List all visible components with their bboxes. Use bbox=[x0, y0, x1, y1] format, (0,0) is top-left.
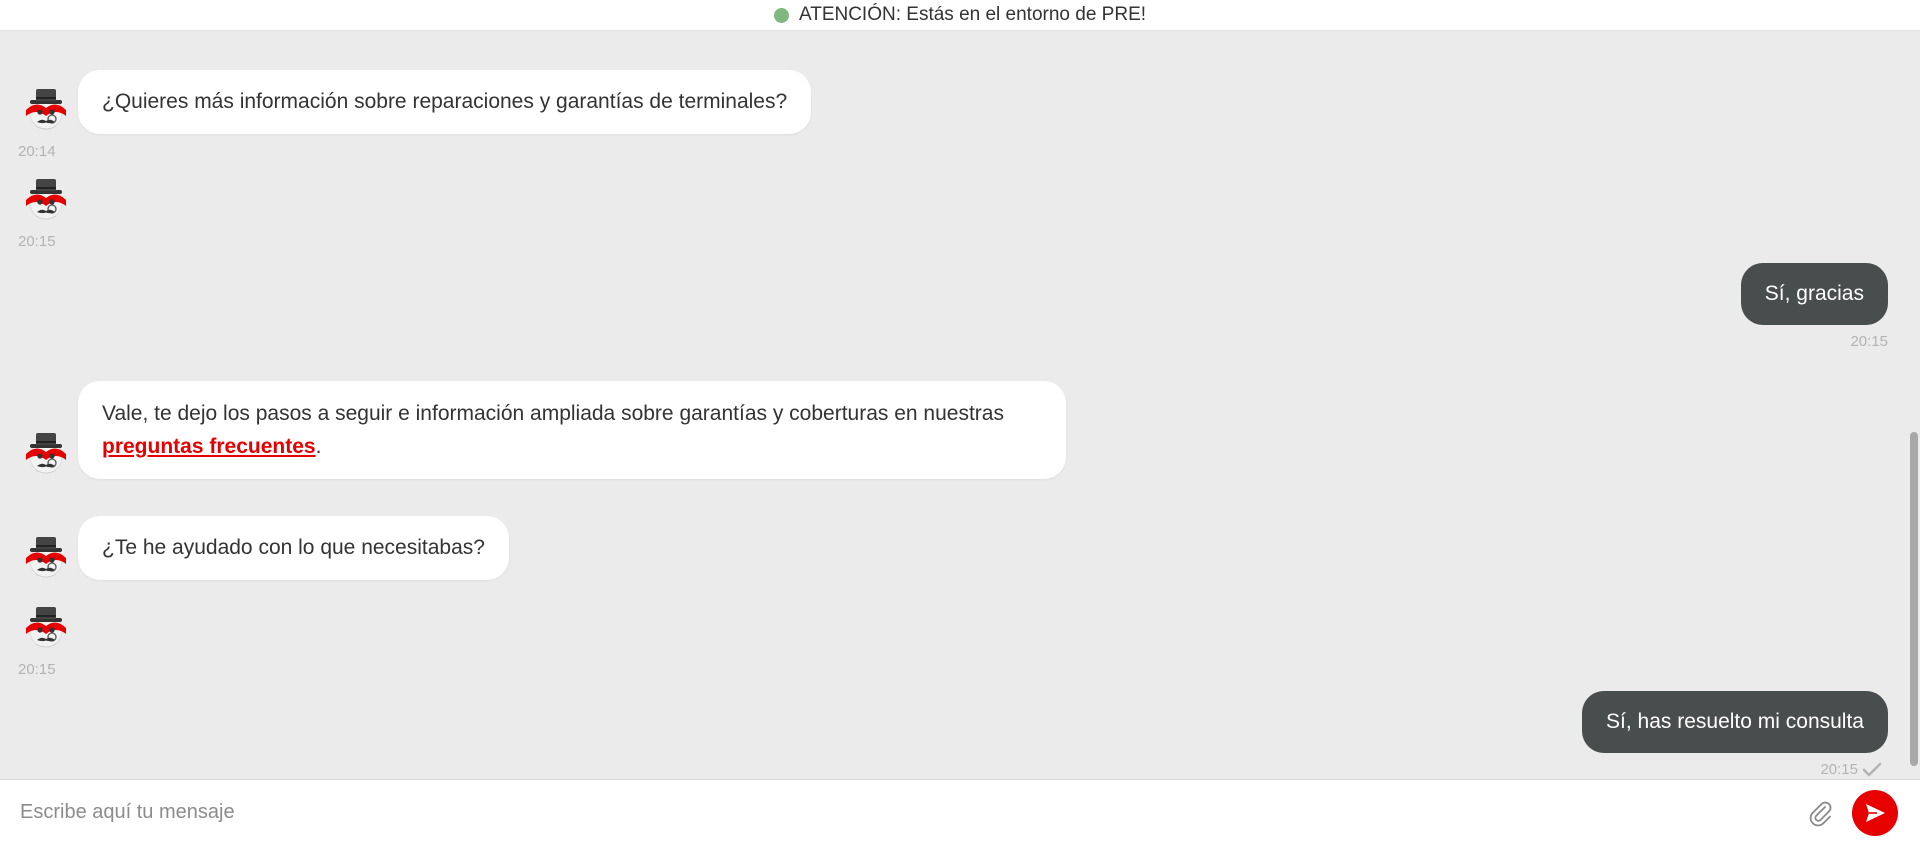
bot-message-text: ¿Quieres más información sobre reparacio… bbox=[102, 90, 788, 113]
environment-banner: ATENCIÓN: Estás en el entorno de PRE! bbox=[0, 0, 1920, 31]
scrollbar-thumb[interactable] bbox=[1910, 432, 1918, 766]
bot-avatar-icon bbox=[22, 176, 70, 224]
send-icon bbox=[1866, 804, 1885, 822]
message-timestamp: 20:14 bbox=[18, 143, 56, 160]
bot-message-suffix: . bbox=[315, 435, 322, 458]
environment-banner-text: ATENCIÓN: Estás en el entorno de PRE! bbox=[798, 4, 1147, 25]
message-timestamp: 20:15 bbox=[1820, 761, 1858, 778]
user-message-text: Sí, has resuelto mi consulta bbox=[1606, 710, 1864, 733]
bot-message-text: Vale, te dejo los pasos a seguir e infor… bbox=[102, 402, 1004, 425]
bot-avatar-icon bbox=[22, 86, 70, 134]
bot-message-text: ¿Te he ayudado con lo que necesitabas? bbox=[102, 536, 485, 559]
user-message: Sí, has resuelto mi consulta bbox=[1582, 691, 1888, 753]
message-timestamp: 20:15 bbox=[18, 233, 56, 250]
bot-avatar-icon bbox=[22, 604, 70, 652]
paperclip-icon bbox=[1809, 801, 1832, 827]
bot-message: ¿Te he ayudado con lo que necesitabas? bbox=[78, 516, 509, 580]
chat-messages[interactable]: ¿Quieres más información sobre reparacio… bbox=[0, 31, 1908, 779]
send-button[interactable] bbox=[1852, 790, 1898, 836]
message-input[interactable] bbox=[20, 792, 1780, 832]
user-message: Sí, gracias bbox=[1740, 263, 1888, 325]
message-composer bbox=[0, 779, 1920, 846]
bot-message: ¿Quieres más información sobre reparacio… bbox=[78, 70, 812, 134]
attach-button[interactable] bbox=[1806, 798, 1834, 828]
status-dot-icon bbox=[773, 7, 789, 23]
faq-link[interactable]: preguntas frecuentes bbox=[102, 435, 316, 458]
message-timestamp: 20:15 bbox=[1850, 333, 1888, 350]
bot-message: Vale, te dejo los pasos a seguir e infor… bbox=[78, 381, 1066, 479]
message-timestamp: 20:15 bbox=[18, 661, 56, 678]
user-message-text: Sí, gracias bbox=[1764, 282, 1864, 305]
check-icon bbox=[1862, 762, 1882, 777]
bot-avatar-icon bbox=[22, 534, 70, 582]
bot-avatar-icon bbox=[22, 430, 70, 478]
